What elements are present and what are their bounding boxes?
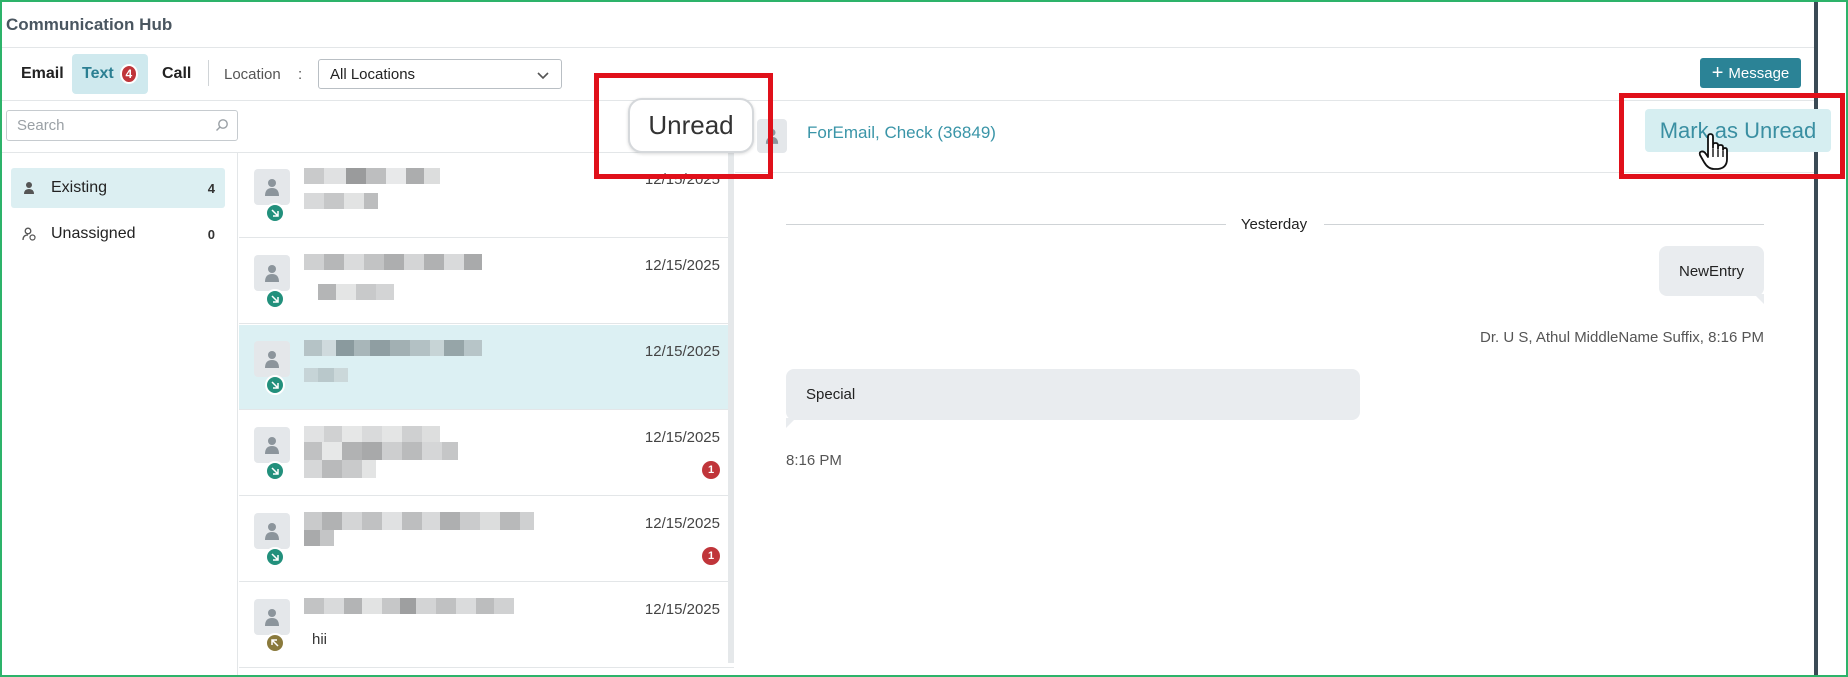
sidebar-item-count: 0	[207, 226, 215, 242]
conversation-list: 12/15/2025 12/15/2025 12/15/2025 12/15/2…	[239, 153, 734, 675]
unread-callout: Unread	[628, 98, 754, 153]
conversation-date: 12/15/2025	[644, 343, 720, 360]
conversation-item-selected[interactable]: 12/15/2025	[239, 325, 734, 410]
day-divider-label: Yesterday	[1240, 216, 1308, 233]
outgoing-message-bubble: NewEntry	[1659, 246, 1764, 304]
location-label: Location	[224, 65, 281, 83]
message-meta: Dr. U S, Athul MiddleName Suffix, 8:16 P…	[1479, 329, 1764, 346]
sidebar-item-label: Unassigned	[51, 225, 136, 242]
conversation-item[interactable]: hii 12/15/2025	[239, 583, 734, 668]
divider-line	[786, 224, 1226, 225]
highlight-box-mark-unread	[1619, 93, 1845, 179]
unassigned-person-icon	[21, 227, 37, 241]
conversation-date: 12/15/2025	[644, 515, 720, 532]
tab-email[interactable]: Email	[11, 54, 74, 94]
person-icon	[21, 181, 37, 195]
chevron-down-icon	[537, 72, 549, 80]
conversation-date: 12/15/2025	[644, 601, 720, 618]
unread-count-badge: 1	[702, 547, 720, 565]
search-input[interactable]: Search	[6, 110, 238, 141]
incoming-arrow-icon	[265, 203, 285, 223]
tab-text-badge: 4	[119, 64, 138, 84]
conversation-date: 12/15/2025	[644, 429, 720, 446]
search-placeholder: Search	[17, 117, 65, 134]
conversation-item[interactable]: 12/15/2025 1	[239, 411, 734, 496]
conversation-date: 12/15/2025	[644, 257, 720, 274]
location-select-value: All Locations	[330, 65, 416, 83]
message-text: NewEntry	[1678, 262, 1745, 280]
redacted-name-pixelation	[304, 254, 482, 300]
tab-text-label: Text	[82, 65, 114, 82]
new-message-label: Message	[1728, 64, 1790, 82]
redacted-name-pixelation	[304, 512, 534, 546]
avatar	[254, 513, 290, 549]
incoming-arrow-icon	[265, 375, 285, 395]
conversation-item[interactable]: 12/15/2025	[239, 239, 734, 324]
conversation-scrollbar[interactable]	[728, 153, 734, 663]
toolbar-divider	[208, 60, 209, 86]
sidebar-item-count: 4	[207, 180, 215, 196]
conversation-item[interactable]: 12/15/2025 1	[239, 497, 734, 582]
incoming-arrow-icon	[265, 547, 285, 567]
avatar	[254, 341, 290, 377]
divider-line	[1324, 224, 1764, 225]
sidebar-item-label: Existing	[51, 179, 108, 196]
avatar	[254, 427, 290, 463]
new-message-button[interactable]: + Message	[1700, 58, 1801, 88]
sidebar: Existing 4 Unassigned 0	[2, 153, 238, 675]
location-select[interactable]: All Locations	[318, 59, 562, 89]
tab-call-label: Call	[162, 65, 192, 82]
outgoing-arrow-icon	[265, 633, 285, 653]
unread-count-badge: 1	[702, 461, 720, 479]
conversation-preview: hii	[312, 631, 328, 648]
message-text: Special	[806, 386, 856, 403]
avatar	[254, 169, 290, 205]
day-divider: Yesterday	[786, 214, 1764, 236]
incoming-message-bubble: Special	[786, 369, 1360, 428]
app-title: Communication Hub	[6, 14, 173, 34]
search-icon	[216, 119, 228, 131]
location-colon: :	[298, 65, 303, 83]
tab-email-label: Email	[21, 65, 64, 82]
contact-name-link[interactable]: ForEmail, Check (36849)	[807, 123, 996, 143]
redacted-name-pixelation	[304, 598, 514, 614]
incoming-arrow-icon	[265, 289, 285, 309]
toolbar: Email Text 4 Call Location : All Locatio…	[2, 48, 1814, 101]
sidebar-item-unassigned[interactable]: Unassigned 0	[11, 214, 225, 254]
tab-call[interactable]: Call	[152, 54, 201, 94]
title-bar: Communication Hub	[2, 2, 1814, 48]
plus-icon: +	[1711, 62, 1724, 84]
tab-text[interactable]: Text 4	[72, 54, 148, 94]
sidebar-item-existing[interactable]: Existing 4	[11, 168, 225, 208]
unread-callout-label: Unread	[648, 110, 734, 140]
redacted-name-pixelation	[304, 168, 440, 209]
message-meta: 8:16 PM	[786, 452, 842, 469]
redacted-name-pixelation	[304, 340, 482, 382]
redacted-name-pixelation	[304, 426, 458, 478]
incoming-arrow-icon	[265, 461, 285, 481]
avatar	[254, 599, 290, 635]
avatar	[254, 255, 290, 291]
